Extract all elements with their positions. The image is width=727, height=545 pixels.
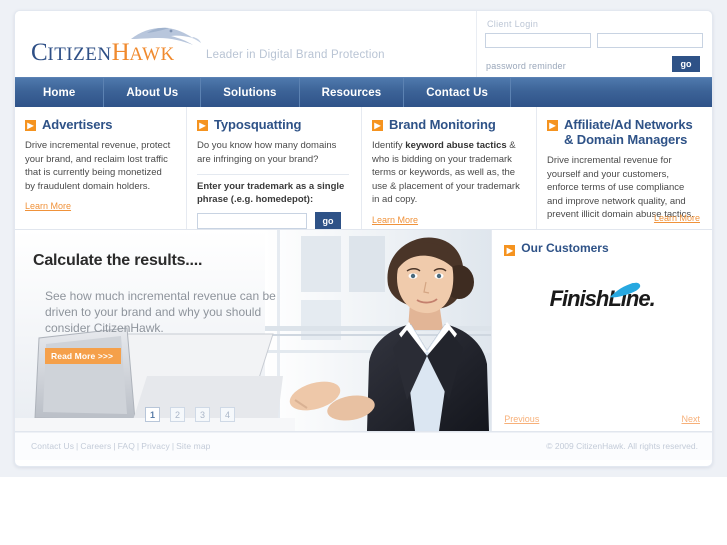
feature-affiliate-title: Affiliate/Ad Networks & Domain Managers xyxy=(564,117,693,147)
hero-section: Calculate the results.... See how much i… xyxy=(15,230,712,432)
page-background: CITIZENHAWK Leader in Digital Brand Prot… xyxy=(0,0,727,545)
site-logo[interactable]: CITIZENHAWK Leader in Digital Brand Prot… xyxy=(31,27,385,69)
main-navigation: Home About Us Solutions Resources Contac… xyxy=(15,77,712,107)
feature-advertisers-header: ▶ Advertisers xyxy=(25,117,174,132)
footer-link-site-map[interactable]: Site map xyxy=(176,441,210,451)
login-go-button[interactable]: go xyxy=(672,56,700,72)
logo-wordmark: CITIZENHAWK xyxy=(31,39,175,67)
finish-line-swoosh-icon xyxy=(609,282,640,298)
finish-line-wordmark: FinishLine. xyxy=(549,282,656,312)
hero-page-2[interactable]: 2 xyxy=(170,407,185,422)
copyright-text: © 2009 CitizenHawk. All rights reserved. xyxy=(546,441,698,451)
chevron-right-icon: ▶ xyxy=(372,120,383,131)
our-customers-title: Our Customers xyxy=(521,241,609,255)
footer-link-faq[interactable]: FAQ xyxy=(118,441,135,451)
footer-separator: | xyxy=(76,441,79,451)
customers-next-link[interactable]: Next xyxy=(681,414,700,424)
customer-carousel-controls: Previous Next xyxy=(504,414,700,424)
bm-body-bold: keyword abuse tactics xyxy=(405,140,507,151)
site-header: CITIZENHAWK Leader in Digital Brand Prot… xyxy=(15,11,712,77)
nav-item-solutions[interactable]: Solutions xyxy=(201,78,300,107)
bm-body-pre: Identify xyxy=(372,140,406,151)
trademark-input[interactable] xyxy=(197,212,307,229)
feature-typosquatting-title: Typosquatting xyxy=(214,117,302,132)
hero-title: Calculate the results.... xyxy=(33,252,203,269)
feature-affiliate-body: Drive incremental revenue for yourself a… xyxy=(547,155,694,220)
site-tagline: Leader in Digital Brand Protection xyxy=(206,49,385,61)
feature-advertisers: ▶ Advertisers Drive incremental revenue,… xyxy=(15,107,187,229)
client-login-box: Client Login password reminder go xyxy=(476,11,712,77)
customer-logo-finish-line[interactable]: FinishLine. xyxy=(504,282,700,312)
feature-affiliate-header: ▶ Affiliate/Ad Networks & Domain Manager… xyxy=(547,117,700,147)
footer-links: Contact Us | Careers | FAQ | Privacy | Site map xyxy=(31,441,210,451)
site-container: CITIZENHAWK Leader in Digital Brand Prot… xyxy=(14,10,713,467)
chevron-right-icon: ▶ xyxy=(25,120,36,131)
footer-separator: | xyxy=(113,441,116,451)
feature-advertisers-body: Drive incremental revenue, protect your … xyxy=(25,140,171,192)
chevron-right-icon: ▶ xyxy=(504,245,516,256)
footer-link-privacy[interactable]: Privacy xyxy=(141,441,170,451)
feature-columns: ▶ Advertisers Drive incremental revenue,… xyxy=(15,107,712,230)
client-login-label: Client Login xyxy=(487,19,539,29)
read-more-button[interactable]: Read More >>> xyxy=(45,348,122,364)
trademark-prompt-label: Enter your trademark as a single phrase … xyxy=(197,181,345,205)
affiliate-learn-more-link[interactable]: Learn More xyxy=(654,213,700,223)
below-fold-area xyxy=(0,477,727,545)
our-customers-header: ▶ Our Customers xyxy=(504,242,700,256)
our-customers-panel: ▶ Our Customers FinishLine. Previous Nex… xyxy=(491,230,712,431)
finish-line-part1: Finish xyxy=(549,286,610,311)
nav-item-contact-us[interactable]: Contact Us xyxy=(404,78,511,107)
chevron-right-icon: ▶ xyxy=(197,120,208,131)
password-reminder-link[interactable]: password reminder xyxy=(486,61,566,71)
footer-separator: | xyxy=(171,441,175,451)
chevron-right-icon: ▶ xyxy=(547,120,558,131)
feature-brand-monitoring-body: Identify keyword abuse tactics & who is … xyxy=(372,139,524,207)
feature-brand-monitoring-title: Brand Monitoring xyxy=(389,117,496,132)
hero-banner: Calculate the results.... See how much i… xyxy=(15,230,492,431)
feature-typosquatting-body: Do you know how many domains are infring… xyxy=(197,140,337,165)
feature-advertisers-title: Advertisers xyxy=(42,117,113,132)
site-footer: Contact Us | Careers | FAQ | Privacy | Site map … xyxy=(15,432,712,460)
trademark-form-row: go xyxy=(197,212,349,229)
divider xyxy=(197,174,349,175)
customers-previous-link[interactable]: Previous xyxy=(504,414,539,424)
hero-pagination: 1 2 3 4 xyxy=(145,407,235,422)
hero-page-3[interactable]: 3 xyxy=(195,407,210,422)
logo-citizen-text: CITIZEN xyxy=(31,39,112,66)
hero-page-1[interactable]: 1 xyxy=(145,407,160,422)
feature-brand-monitoring-header: ▶ Brand Monitoring xyxy=(372,117,524,132)
trademark-go-button[interactable]: go xyxy=(315,212,341,229)
footer-separator: | xyxy=(136,441,140,451)
feature-brand-monitoring: ▶ Brand Monitoring Identify keyword abus… xyxy=(362,107,537,229)
password-input[interactable] xyxy=(597,33,703,48)
feature-affiliate-ad-networks: ▶ Affiliate/Ad Networks & Domain Manager… xyxy=(537,107,712,229)
footer-link-careers[interactable]: Careers xyxy=(80,441,111,451)
brand-monitoring-learn-more-link[interactable]: Learn More xyxy=(372,215,418,225)
hero-subtitle: See how much incremental revenue can be … xyxy=(45,289,276,335)
username-input[interactable] xyxy=(485,33,591,48)
nav-item-about-us[interactable]: About Us xyxy=(104,78,202,107)
hero-page-4[interactable]: 4 xyxy=(220,407,235,422)
feature-typosquatting: ▶ Typosquatting Do you know how many dom… xyxy=(187,107,362,229)
footer-link-contact-us[interactable]: Contact Us xyxy=(31,441,74,451)
logo-hawk-text: HAWK xyxy=(111,39,175,66)
advertisers-learn-more-link[interactable]: Learn More xyxy=(25,201,71,211)
feature-typosquatting-header: ▶ Typosquatting xyxy=(197,117,349,132)
nav-item-resources[interactable]: Resources xyxy=(300,78,405,107)
hero-copy: Calculate the results.... See how much i… xyxy=(33,252,288,364)
nav-item-home[interactable]: Home xyxy=(15,78,105,107)
